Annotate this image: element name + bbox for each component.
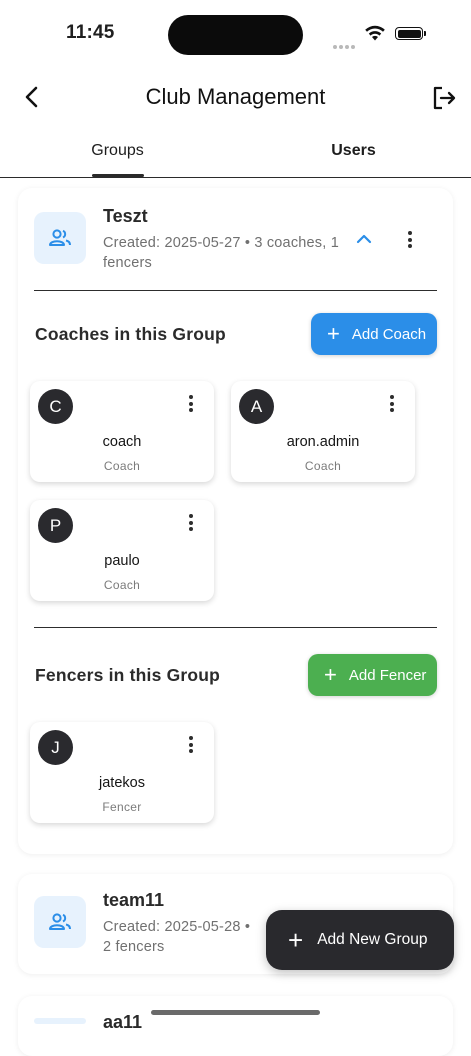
logout-icon[interactable] (430, 84, 458, 112)
add-fencer-button[interactable]: + Add Fencer (308, 654, 437, 696)
member-menu-kebab-icon[interactable] (189, 514, 195, 534)
divider (34, 627, 437, 629)
add-fencer-label: Add Fencer (348, 666, 427, 684)
tab-users[interactable]: Users (236, 142, 471, 160)
group-people-icon (34, 212, 86, 264)
group-people-icon (34, 896, 86, 948)
member-role: Fencer (102, 800, 142, 814)
group-meta-line1: Created: 2025-05-27 • 3 coaches, 1 (103, 235, 339, 251)
dynamic-island (168, 15, 303, 55)
member-role: Coach (304, 459, 342, 473)
cellular-signal-icon (333, 36, 357, 54)
member-card-paulo[interactable]: P paulo Coach (30, 500, 214, 601)
add-coach-button[interactable]: + Add Coach (311, 313, 437, 355)
group-meta-line1: Created: 2025-05-28 • (103, 919, 251, 935)
member-card-jatekos[interactable]: J jatekos Fencer (30, 722, 214, 823)
plus-icon: + (327, 321, 340, 346)
group-menu-kebab-icon[interactable] (408, 231, 414, 251)
member-name: jatekos (99, 775, 145, 791)
member-name: coach (102, 434, 142, 450)
group-people-icon (34, 1018, 86, 1024)
plus-icon: + (324, 662, 337, 687)
status-time: 11:45 (66, 22, 115, 43)
member-menu-kebab-icon[interactable] (189, 736, 195, 756)
chevron-up-icon[interactable] (356, 233, 372, 245)
add-new-group-button[interactable]: + Add New Group (266, 910, 454, 970)
add-coach-label: Add Coach (351, 325, 427, 343)
group-name: aa11 (103, 1012, 143, 1032)
home-indicator (151, 1010, 320, 1015)
wifi-icon (365, 25, 385, 41)
member-role: Coach (103, 578, 141, 592)
avatar: C (38, 389, 73, 424)
member-menu-kebab-icon[interactable] (189, 395, 195, 415)
avatar: J (38, 730, 73, 765)
group-name: team11 (103, 890, 165, 910)
battery-icon (395, 27, 423, 40)
divider (34, 290, 437, 292)
tab-divider (0, 177, 471, 178)
group-name: Teszt (103, 206, 148, 226)
battery-cap (424, 31, 426, 36)
group-meta-line2: fencers (103, 255, 152, 271)
group-card-aa11[interactable] (18, 996, 453, 1056)
member-name: aron.admin (286, 434, 360, 450)
member-card-coach[interactable]: C coach Coach (30, 381, 214, 482)
tab-groups[interactable]: Groups (0, 142, 235, 160)
fencers-section-title: Fencers in this Group (35, 665, 221, 685)
avatar: A (239, 389, 274, 424)
coaches-section-title: Coaches in this Group (35, 324, 226, 344)
page-title: Club Management (145, 84, 326, 109)
member-menu-kebab-icon[interactable] (390, 395, 396, 415)
add-new-group-label: Add New Group (317, 931, 428, 948)
group-meta-line2: 2 fencers (103, 939, 165, 955)
plus-icon: + (288, 925, 304, 955)
member-card-aron-admin[interactable]: A aron.admin Coach (231, 381, 415, 482)
avatar: P (38, 508, 73, 543)
member-name: paulo (104, 553, 140, 569)
member-role: Coach (103, 459, 141, 473)
